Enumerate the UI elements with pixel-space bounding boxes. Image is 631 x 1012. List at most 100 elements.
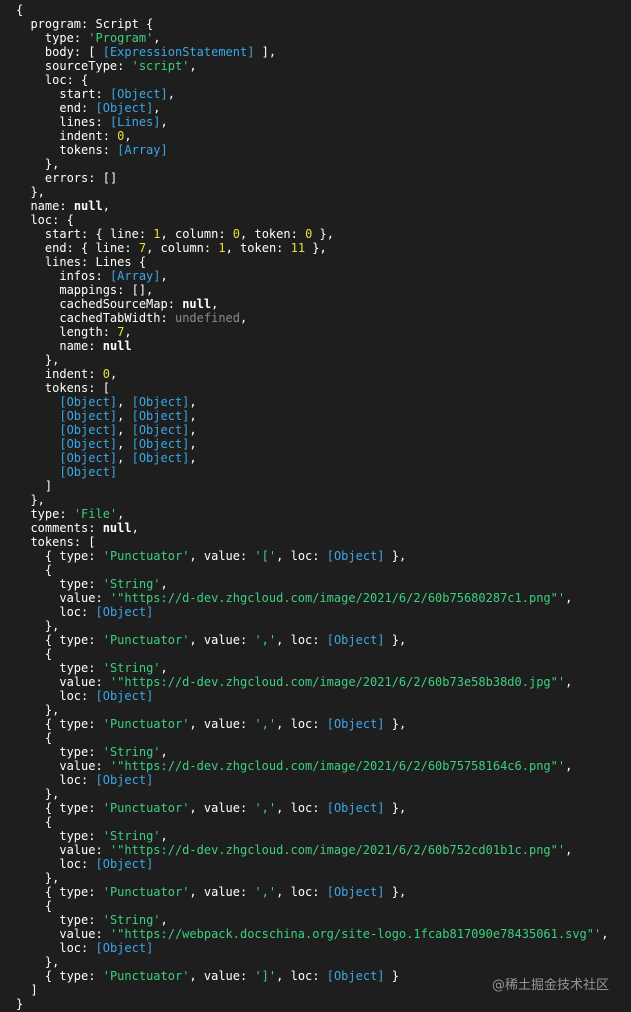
- code-punctuation: :: [88, 661, 103, 675]
- code-key: tokens: [44, 381, 89, 395]
- code-key: loc: [290, 885, 313, 899]
- code-punctuation: [16, 73, 45, 87]
- code-key: loc: [59, 857, 82, 871]
- code-line: },: [16, 955, 608, 969]
- code-punctuation: :: [102, 129, 118, 143]
- code-punctuation: },: [305, 241, 327, 255]
- watermark: @稀土掘金技术社区: [491, 978, 609, 993]
- code-punctuation: ,: [189, 633, 204, 647]
- code-punctuation: ,: [276, 885, 291, 899]
- code-punctuation: ,: [189, 801, 204, 815]
- code-punctuation: :: [88, 549, 103, 563]
- code-key: loc: [59, 773, 82, 787]
- code-key: value: [203, 633, 240, 647]
- code-number: 0: [102, 367, 110, 381]
- code-punctuation: [16, 745, 59, 759]
- code-punctuation: ,: [124, 325, 132, 339]
- code-line: value: '"https://d-dev.zhgcloud.com/imag…: [16, 675, 608, 689]
- code-key: errors: [44, 171, 89, 185]
- code-punctuation: :: [312, 969, 327, 983]
- code-key: type: [59, 801, 89, 815]
- code-punctuation: ,: [240, 311, 248, 325]
- code-punctuation: :: [240, 717, 255, 731]
- code-punctuation: [16, 661, 59, 675]
- code-punctuation: {: [16, 801, 60, 815]
- code-punctuation: ,: [117, 409, 132, 423]
- code-reference: [Object]: [59, 451, 118, 465]
- code-line: start: [Object],: [16, 87, 608, 101]
- code-key: end: [59, 101, 82, 115]
- code-key: column: [174, 227, 219, 241]
- code-line: [Object], [Object],: [16, 437, 608, 451]
- code-key: column: [160, 241, 204, 255]
- code-punctuation: :: [240, 633, 255, 647]
- code-string: '"https://d-dev.zhgcloud.com/image/2021/…: [109, 675, 566, 689]
- code-reference: [Object]: [95, 773, 154, 787]
- code-key: name: [59, 339, 89, 353]
- code-key: type: [44, 31, 74, 45]
- code-line: [Object], [Object],: [16, 423, 608, 437]
- code-line: tokens: [: [16, 535, 608, 549]
- code-punctuation: ,: [189, 969, 204, 983]
- code-punctuation: [16, 507, 30, 521]
- code-string: 'String': [102, 661, 161, 675]
- code-line: { type: 'Punctuator', value: ',', loc: […: [16, 801, 608, 815]
- code-key: comments: [30, 521, 89, 535]
- code-punctuation: [16, 577, 59, 591]
- code-line: value: '"https://d-dev.zhgcloud.com/imag…: [16, 843, 608, 857]
- code-key: loc: [30, 213, 53, 227]
- code-punctuation: },: [16, 871, 60, 885]
- code-line: name: null,: [16, 199, 608, 213]
- code-key: type: [59, 633, 89, 647]
- code-reference: [Object]: [131, 409, 190, 423]
- code-reference: [Array]: [109, 269, 161, 283]
- code-reference: [Object]: [326, 717, 385, 731]
- code-line: {: [16, 815, 608, 829]
- code-punctuation: ,: [189, 423, 197, 437]
- code-punctuation: :: [88, 633, 103, 647]
- code-punctuation: [16, 213, 30, 227]
- code-key: infos: [59, 269, 96, 283]
- code-undefined: undefined: [174, 311, 240, 325]
- code-string: '"https://d-dev.zhgcloud.com/image/2021/…: [109, 759, 566, 773]
- code-punctuation: ,: [160, 115, 168, 129]
- code-punctuation: ,: [160, 577, 168, 591]
- code-punctuation: ,: [225, 241, 241, 255]
- code-punctuation: },: [16, 493, 45, 507]
- code-punctuation: :: [81, 605, 96, 619]
- code-key: type: [59, 717, 89, 731]
- code-line: cachedTabWidth: undefined,: [16, 311, 608, 325]
- code-line: sourceType: 'script',: [16, 59, 608, 73]
- code-line: loc: {: [16, 213, 608, 227]
- code-punctuation: [16, 843, 59, 857]
- code-line: {: [16, 731, 608, 745]
- code-punctuation: },: [384, 885, 407, 899]
- code-punctuation: :: [312, 633, 327, 647]
- code-punctuation: : [],: [117, 283, 154, 297]
- code-punctuation: ,: [189, 395, 197, 409]
- code-punctuation: :: [95, 675, 110, 689]
- code-string: 'Punctuator': [102, 633, 190, 647]
- code-keyword: null: [73, 199, 103, 213]
- code-punctuation: [16, 45, 45, 59]
- code-key: mappings: [59, 283, 118, 297]
- code-key: cachedSourceMap: [59, 297, 168, 311]
- code-string: 'String': [102, 745, 161, 759]
- code-reference: [Object]: [131, 451, 190, 465]
- code-line: { type: 'Punctuator', value: ',', loc: […: [16, 885, 608, 899]
- code-number: 11: [290, 241, 306, 255]
- code-key: value: [203, 717, 240, 731]
- code-punctuation: :: [88, 339, 103, 353]
- code-string: 'String': [102, 829, 161, 843]
- code-reference: [Object]: [59, 395, 118, 409]
- code-punctuation: {: [16, 815, 53, 829]
- code-punctuation: :: [59, 507, 74, 521]
- code-line: type: 'String',: [16, 913, 608, 927]
- code-line: program: Script {: [16, 17, 608, 31]
- code-punctuation: :: [95, 843, 110, 857]
- code-line: [Object], [Object],: [16, 409, 608, 423]
- code-reference: [Object]: [95, 857, 154, 871]
- code-punctuation: ,: [189, 451, 197, 465]
- code-line: },: [16, 185, 608, 199]
- code-line: { type: 'Punctuator', value: ',', loc: […: [16, 633, 608, 647]
